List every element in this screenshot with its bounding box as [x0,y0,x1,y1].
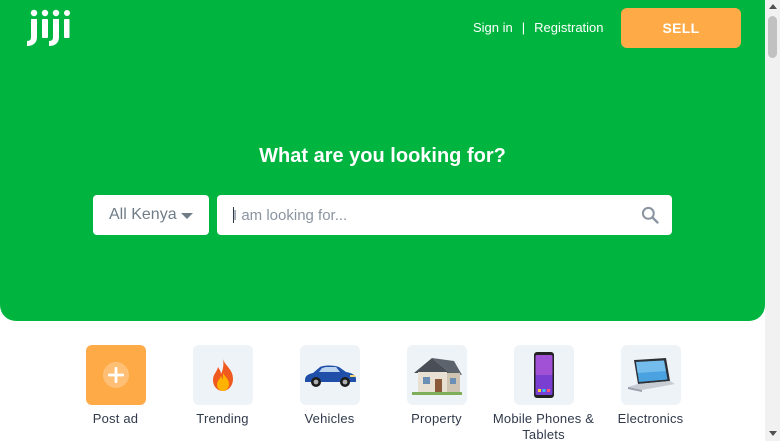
search-input[interactable] [233,195,623,235]
category-label: Electronics [617,411,684,426]
sell-button[interactable]: SELL [621,8,741,48]
page-scrollbar[interactable] [765,0,780,441]
region-select-value: All Kenya [109,206,177,223]
auth-separator: | [521,20,526,35]
category-trending[interactable]: Trending [169,345,276,427]
jiji-logo[interactable] [24,7,70,49]
hero-title: What are you looking for? [259,145,506,167]
category-label: Mobile Phones & Tablets [492,411,595,441]
category-label: Post ad [92,411,139,426]
category-tile [620,345,681,405]
auth-links: Sign in | Registration [473,20,604,35]
car-icon [304,365,356,387]
search-icon[interactable] [640,205,660,225]
category-tile [513,345,574,405]
scroll-down-arrow-icon[interactable] [769,431,777,436]
text-cursor [233,207,234,223]
category-tile [85,345,146,405]
top-header: Sign in | Registration SELL [0,0,765,55]
phone-icon [533,352,554,398]
category-strip: Post ad Trending Vehicles Property Mobil… [62,345,702,441]
fire-icon [212,359,233,391]
region-select[interactable]: All Kenya [93,195,209,235]
category-post-ad[interactable]: Post ad [62,345,169,427]
category-label: Property [411,411,462,426]
laptop-icon [627,358,675,392]
sign-in-link[interactable]: Sign in [473,20,513,35]
chevron-down-icon [181,213,193,219]
category-tile [192,345,253,405]
scrollbar-thumb[interactable] [768,16,777,58]
category-property[interactable]: Property [383,345,490,427]
house-icon [411,358,462,395]
search-box [217,195,672,235]
page: Sign in | Registration SELL What are you… [0,0,780,441]
category-tile [406,345,467,405]
category-electronics[interactable]: Electronics [597,345,704,427]
category-label: Vehicles [304,411,355,426]
category-tile [299,345,360,405]
category-vehicles[interactable]: Vehicles [276,345,383,427]
registration-link[interactable]: Registration [534,20,603,35]
plus-icon [102,362,129,388]
category-mobile-phones-tablets[interactable]: Mobile Phones & Tablets [490,345,597,441]
scroll-up-arrow-icon[interactable] [769,4,777,9]
hero-search-section: What are you looking for? All Kenya [0,55,765,321]
category-label: Trending [196,411,249,426]
